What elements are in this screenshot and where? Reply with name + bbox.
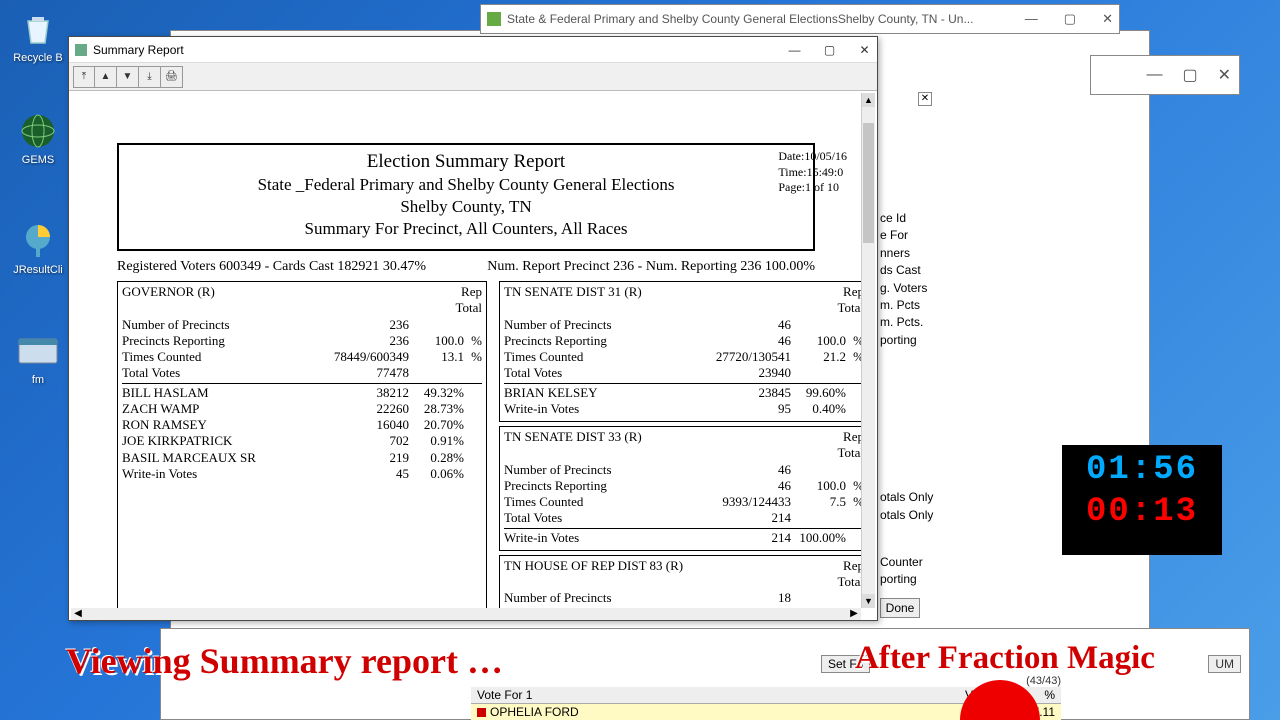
maximize-button[interactable]: ▢ (823, 43, 836, 56)
desktop-icon-jresult[interactable]: JResultCli (8, 220, 68, 276)
close-button[interactable]: ✕ (858, 43, 871, 56)
scroll-right-icon[interactable]: ▶ (847, 608, 861, 620)
scroll-left-icon[interactable]: ◀ (71, 608, 85, 620)
print-button[interactable]: 🖨 (161, 66, 183, 88)
report-subtitle: State _Federal Primary and Shelby County… (129, 175, 803, 195)
desktop-label: fm (32, 374, 44, 386)
close-icon[interactable]: ✕ (1218, 65, 1231, 85)
next-page-button[interactable]: ▼ (117, 66, 139, 88)
desktop-icon-fm[interactable]: fm (8, 330, 68, 386)
report-body: Date:10/05/16 Time:15:49:0 Page:1 of 10 … (71, 93, 861, 608)
stats-line: Registered Voters 600349 - Cards Cast 18… (117, 259, 815, 275)
desktop-label: GEMS (22, 154, 54, 166)
timer-secondary: 00:13 (1062, 493, 1222, 531)
sum-button[interactable]: UM (1208, 655, 1241, 673)
summary-report-window: Summary Report — ▢ ✕ ⤒ ▲ ▼ ⤓ 🖨 ▲ ▼ ◀ ▶ D… (68, 36, 878, 621)
caption-right: After Fraction Magic (855, 640, 1155, 677)
report-header: Date:10/05/16 Time:15:49:0 Page:1 of 10 … (117, 143, 815, 251)
report-title: Election Summary Report (129, 151, 803, 173)
app-icon (75, 44, 87, 56)
desktop-label: JResultCli (13, 264, 63, 276)
background-window-controls: — ▢ ✕ (1090, 55, 1240, 95)
contest-house83: TN HOUSE OF REP DIST 83 (R)Rep Total Num… (499, 555, 861, 608)
titlebar[interactable]: Summary Report — ▢ ✕ (69, 37, 877, 63)
app-icon (487, 12, 501, 26)
close-icon[interactable]: ✕ (918, 92, 932, 106)
minimize-icon[interactable]: — (1146, 66, 1162, 84)
desktop-icon-recycle[interactable]: Recycle B (8, 8, 68, 64)
desktop-label: Recycle B (13, 52, 63, 64)
report-meta: Date:10/05/16 Time:15:49:0 Page:1 of 10 (778, 149, 847, 196)
done-button[interactable]: Done (880, 598, 920, 618)
bg-window-title: State & Federal Primary and Shelby Count… (507, 12, 973, 26)
prev-page-button[interactable]: ▲ (95, 66, 117, 88)
vertical-scrollbar[interactable]: ▲ ▼ (861, 93, 875, 608)
scroll-up-icon[interactable]: ▲ (862, 93, 875, 107)
contest-governor: GOVERNOR (R)Rep Total Number of Precinct… (117, 281, 487, 608)
maximize-icon[interactable]: ▢ (1064, 11, 1076, 27)
window-title: Summary Report (93, 43, 184, 57)
close-icon[interactable]: ✕ (1102, 11, 1113, 27)
scrollbar-thumb[interactable] (863, 123, 874, 243)
last-page-button[interactable]: ⤓ (139, 66, 161, 88)
minimize-icon[interactable]: — (1025, 11, 1038, 27)
desktop-icon-gems[interactable]: GEMS (8, 110, 68, 166)
caption-left: Viewing Summary report … (66, 640, 503, 682)
report-scope: Summary For Precinct, All Counters, All … (129, 219, 803, 239)
contest-senate33: TN SENATE DIST 33 (R)Rep Total Number of… (499, 426, 861, 551)
first-page-button[interactable]: ⤒ (73, 66, 95, 88)
toolbar: ⤒ ▲ ▼ ⤓ 🖨 (69, 63, 877, 91)
partial-sidebar: ce Id e For nners ds Cast g. Voters m. P… (880, 210, 933, 589)
horizontal-scrollbar[interactable]: ◀ ▶ (71, 608, 861, 620)
scroll-down-icon[interactable]: ▼ (862, 594, 875, 608)
report-location: Shelby County, TN (129, 197, 803, 217)
timer-primary: 01:56 (1062, 451, 1222, 489)
background-window-titlebar: State & Federal Primary and Shelby Count… (480, 4, 1120, 34)
color-swatch-icon (477, 708, 486, 717)
contest-senate31: TN SENATE DIST 31 (R)Rep Total Number of… (499, 281, 861, 422)
maximize-icon[interactable]: ▢ (1182, 65, 1197, 85)
timer-overlay: 01:56 00:13 (1062, 445, 1222, 555)
minimize-button[interactable]: — (788, 43, 801, 56)
